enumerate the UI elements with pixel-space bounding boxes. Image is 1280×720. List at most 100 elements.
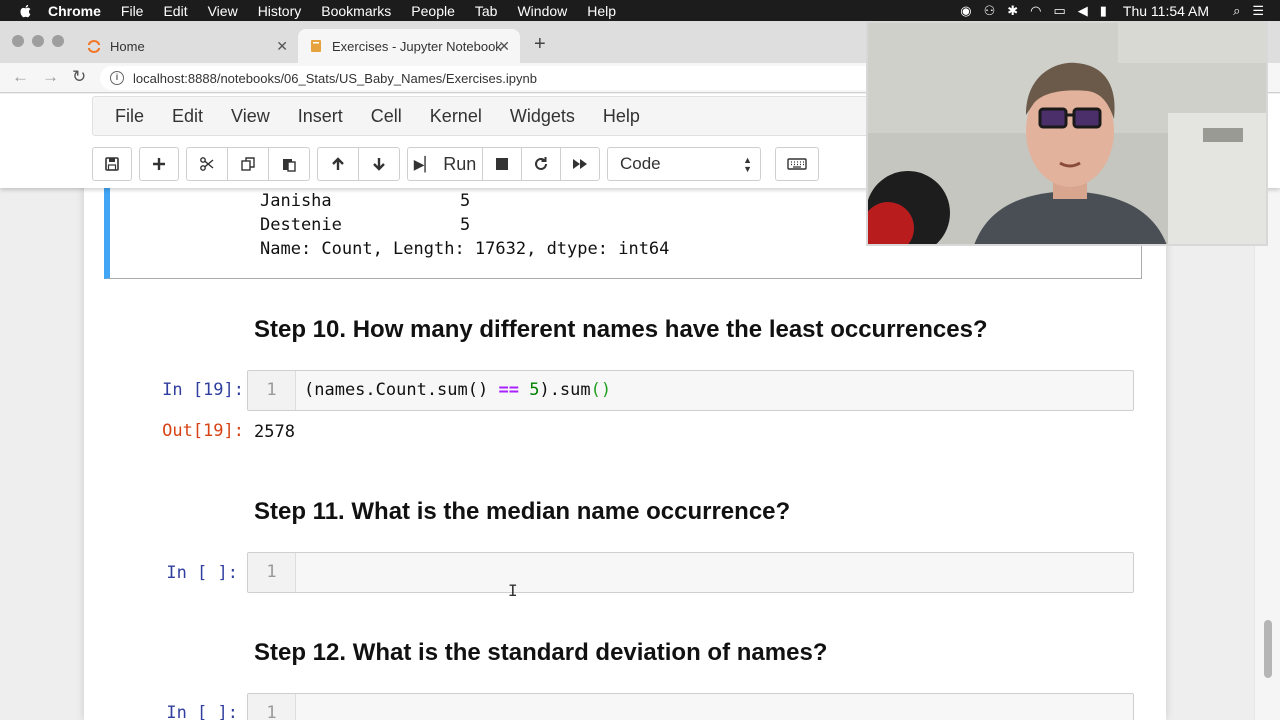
nb-menu-view[interactable]: View xyxy=(231,106,270,127)
keyboard-icon xyxy=(787,158,807,170)
plus-icon xyxy=(153,158,165,170)
info-icon[interactable]: i xyxy=(110,71,124,85)
command-palette-button[interactable] xyxy=(775,147,819,181)
code-number: 5 xyxy=(529,380,540,400)
nb-menu-file[interactable]: File xyxy=(115,106,144,127)
bluetooth-icon[interactable]: ✱ xyxy=(1007,3,1018,19)
menu-people[interactable]: People xyxy=(411,3,455,19)
menu-tab[interactable]: Tab xyxy=(475,3,498,19)
tab-home[interactable]: Home ✕ xyxy=(76,29,298,63)
menu-file[interactable]: File xyxy=(121,3,144,19)
menu-window[interactable]: Window xyxy=(517,3,567,19)
code-operator: == xyxy=(498,380,519,400)
restart-run-all-button[interactable] xyxy=(560,147,600,181)
wifi-icon[interactable]: ◠ xyxy=(1030,3,1041,19)
nb-menu-widgets[interactable]: Widgets xyxy=(510,106,575,127)
back-arrow-icon[interactable]: ← xyxy=(12,67,29,87)
code-token: ).sum xyxy=(539,380,591,400)
output-name: Destenie xyxy=(260,215,342,235)
step10-heading: Step 10. How many different names have t… xyxy=(254,316,988,343)
nb-menu-help[interactable]: Help xyxy=(603,106,640,127)
close-icon[interactable]: ✕ xyxy=(276,38,288,55)
copy-icon xyxy=(241,157,255,171)
tab-exercises[interactable]: Exercises - Jupyter Notebook ✕ xyxy=(298,29,520,63)
url-text: localhost:8888/notebooks/06_Stats/US_Bab… xyxy=(133,70,537,86)
address-bar[interactable]: i localhost:8888/notebooks/06_Stats/US_B… xyxy=(100,66,900,90)
menu-help[interactable]: Help xyxy=(587,3,616,19)
run-button[interactable]: ▶▏ Run xyxy=(407,147,483,181)
cut-button[interactable] xyxy=(186,147,228,181)
code-token: (names.Count.sum() xyxy=(304,380,499,400)
output-row: Janisha 5 xyxy=(260,191,470,211)
output-footer: Name: Count, Length: 17632, dtype: int64 xyxy=(260,239,670,259)
macos-menu-bar: Chrome File Edit View History Bookmarks … xyxy=(0,0,1280,21)
output-count: 5 xyxy=(460,215,471,235)
new-tab-icon[interactable]: + xyxy=(534,33,546,56)
menu-edit[interactable]: Edit xyxy=(163,3,187,19)
battery-icon[interactable]: ▮ xyxy=(1100,3,1107,19)
interrupt-button[interactable] xyxy=(482,147,522,181)
menu-view[interactable]: View xyxy=(208,3,238,19)
output-name: Janisha xyxy=(260,191,332,211)
menu-bookmarks[interactable]: Bookmarks xyxy=(321,3,391,19)
window-minimize-button[interactable] xyxy=(32,35,44,47)
output-count: 5 xyxy=(460,191,471,211)
reload-icon[interactable]: ↻ xyxy=(72,67,86,87)
step-forward-icon: ▶▏ xyxy=(413,155,436,172)
code-editor[interactable]: (names.Count.sum() == 5).sum() xyxy=(304,371,611,410)
cell-type-select[interactable]: Code ▲ ▼ xyxy=(607,147,761,181)
code-parens: () xyxy=(590,380,612,400)
move-down-button[interactable] xyxy=(358,147,400,181)
code-cell-step10[interactable]: 1 (names.Count.sum() == 5).sum() xyxy=(247,370,1134,411)
nb-menu-cell[interactable]: Cell xyxy=(371,106,402,127)
line-number: 1 xyxy=(248,371,296,410)
out-prompt: Out[19]: xyxy=(162,421,244,441)
paste-icon xyxy=(283,159,296,172)
output-value: 2578 xyxy=(254,422,295,442)
in-prompt: In [ ]: xyxy=(166,563,238,583)
scrollbar-thumb[interactable] xyxy=(1264,620,1272,678)
nb-menu-edit[interactable]: Edit xyxy=(172,106,203,127)
jupyter-favicon-icon xyxy=(88,40,100,53)
nb-menu-insert[interactable]: Insert xyxy=(298,106,343,127)
notebook-favicon-icon xyxy=(311,40,321,52)
airplay-icon[interactable]: ▭ xyxy=(1053,3,1065,19)
fast-forward-icon xyxy=(573,159,587,169)
tab-label: Exercises - Jupyter Notebook xyxy=(332,38,502,54)
menu-app-name[interactable]: Chrome xyxy=(48,3,101,19)
menu-clock[interactable]: Thu 11:54 AM xyxy=(1123,3,1209,19)
code-cell-step11[interactable]: 1 xyxy=(247,552,1134,593)
output-row: Destenie 5 xyxy=(260,215,470,235)
copy-button[interactable] xyxy=(227,147,269,181)
webcam-presenter-image xyxy=(868,23,1266,244)
paste-button[interactable] xyxy=(268,147,310,181)
stop-icon xyxy=(496,158,508,170)
scissors-icon xyxy=(200,157,214,171)
run-label: Run xyxy=(443,153,477,174)
window-close-button[interactable] xyxy=(12,35,24,47)
glasses-icon[interactable]: ⚇ xyxy=(984,3,996,19)
notification-center-icon[interactable]: ☰ xyxy=(1252,3,1264,19)
nb-menu-kernel[interactable]: Kernel xyxy=(430,106,482,127)
close-icon[interactable]: ✕ xyxy=(498,38,510,55)
select-arrows-icon: ▲ ▼ xyxy=(743,155,752,174)
menu-history[interactable]: History xyxy=(258,3,302,19)
record-icon[interactable]: ◉ xyxy=(960,3,971,19)
arrow-down-icon xyxy=(373,158,385,171)
move-up-button[interactable] xyxy=(317,147,359,181)
code-cell-step12[interactable]: 1 xyxy=(247,693,1134,720)
window-zoom-button[interactable] xyxy=(52,35,64,47)
step11-heading: Step 11. What is the median name occurre… xyxy=(254,498,791,525)
apple-icon[interactable] xyxy=(18,3,34,19)
restart-button[interactable] xyxy=(521,147,561,181)
volume-icon[interactable]: ◀ xyxy=(1078,3,1088,19)
forward-arrow-icon[interactable]: → xyxy=(42,67,59,87)
restart-icon xyxy=(535,157,547,170)
save-button[interactable] xyxy=(92,147,132,181)
in-prompt: In [ ]: xyxy=(166,703,238,720)
webcam-overlay xyxy=(866,21,1268,246)
line-number: 1 xyxy=(248,694,296,720)
spotlight-icon[interactable]: ⌕ xyxy=(1233,3,1240,19)
step12-heading: Step 12. What is the standard deviation … xyxy=(254,639,828,666)
insert-cell-button[interactable] xyxy=(139,147,179,181)
